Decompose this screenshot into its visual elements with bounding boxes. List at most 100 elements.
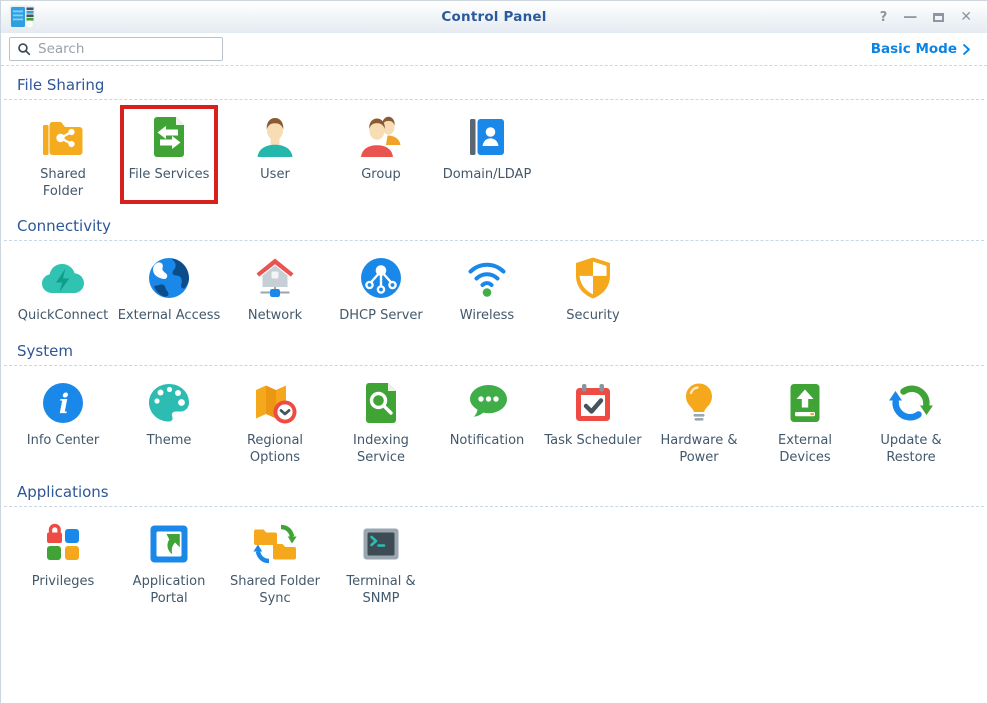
item-indexing-service[interactable]: Indexing Service <box>328 379 434 466</box>
item-label: DHCP Server <box>339 308 422 325</box>
terminal-snmp-icon <box>357 520 405 568</box>
item-user[interactable]: User <box>222 113 328 200</box>
update-restore-icon <box>887 379 935 427</box>
titlebar: Control Panel ? — ✕ <box>1 1 987 33</box>
window-controls: ? — ✕ <box>880 10 987 24</box>
item-label: Task Scheduler <box>544 433 641 450</box>
item-theme[interactable]: Theme <box>116 379 222 466</box>
item-label: External Devices <box>778 433 832 466</box>
item-file-services[interactable]: File Services <box>116 113 222 200</box>
section-title: Applications <box>17 483 987 501</box>
item-label: Regional Options <box>247 433 303 466</box>
item-terminal-snmp[interactable]: Terminal & SNMP <box>328 520 434 607</box>
item-label: Notification <box>450 433 525 450</box>
section-file-sharing: File Sharing Shared Folder File Services… <box>1 76 987 208</box>
section-items: Shared Folder File Services User Group D… <box>1 100 987 208</box>
item-domain-ldap[interactable]: Domain/LDAP <box>434 113 540 200</box>
file-services-icon <box>145 113 193 161</box>
indexing-service-icon <box>357 379 405 427</box>
item-label: Indexing Service <box>353 433 409 466</box>
basic-mode-link[interactable]: Basic Mode <box>871 41 973 57</box>
item-label: Hardware & Power <box>660 433 737 466</box>
section-applications: Applications Privileges Application Port… <box>1 483 987 615</box>
external-devices-icon <box>781 379 829 427</box>
application-portal-icon <box>145 520 193 568</box>
section-title: Connectivity <box>17 217 987 235</box>
item-dhcp-server[interactable]: DHCP Server <box>328 254 434 325</box>
section-title: System <box>17 342 987 360</box>
user-icon <box>251 113 299 161</box>
window-title: Control Panel <box>1 9 987 25</box>
item-label: Network <box>248 308 302 325</box>
network-icon <box>251 254 299 302</box>
quickconnect-icon <box>39 254 87 302</box>
section-system: System i Info Center Theme Regional Opti… <box>1 342 987 474</box>
item-regional-options[interactable]: Regional Options <box>222 379 328 466</box>
item-external-access[interactable]: External Access <box>116 254 222 325</box>
regional-options-icon <box>251 379 299 427</box>
item-label: Security <box>566 308 619 325</box>
toolbar: Basic Mode <box>1 33 987 66</box>
group-icon <box>357 113 405 161</box>
item-label: Privileges <box>32 574 95 591</box>
item-label: External Access <box>118 308 221 325</box>
item-label: Application Portal <box>133 574 206 607</box>
basic-mode-label: Basic Mode <box>871 41 957 57</box>
item-external-devices[interactable]: External Devices <box>752 379 858 466</box>
close-icon[interactable]: ✕ <box>960 10 972 24</box>
dhcp-server-icon <box>357 254 405 302</box>
external-access-icon <box>145 254 193 302</box>
item-label: Shared Folder <box>40 167 86 200</box>
item-shared-folder-sync[interactable]: Shared Folder Sync <box>222 520 328 607</box>
task-scheduler-icon <box>569 379 617 427</box>
item-label: QuickConnect <box>18 308 109 325</box>
search-box[interactable] <box>9 37 223 61</box>
search-icon <box>17 42 31 56</box>
maximize-icon[interactable] <box>933 13 944 22</box>
item-application-portal[interactable]: Application Portal <box>116 520 222 607</box>
section-connectivity: Connectivity QuickConnect External Acces… <box>1 217 987 333</box>
section-items: QuickConnect External Access Network DHC… <box>1 241 987 333</box>
item-label: Shared Folder Sync <box>230 574 320 607</box>
section-title: File Sharing <box>17 76 987 94</box>
item-privileges[interactable]: Privileges <box>10 520 116 607</box>
item-quickconnect[interactable]: QuickConnect <box>10 254 116 325</box>
theme-icon <box>145 379 193 427</box>
item-label: Theme <box>147 433 192 450</box>
item-shared-folder[interactable]: Shared Folder <box>10 113 116 200</box>
item-label: Update & Restore <box>880 433 941 466</box>
item-label: Group <box>361 167 401 184</box>
shared-folder-sync-icon <box>251 520 299 568</box>
item-network[interactable]: Network <box>222 254 328 325</box>
section-items: Privileges Application Portal Shared Fol… <box>1 507 987 615</box>
item-security[interactable]: Security <box>540 254 646 325</box>
wireless-icon <box>463 254 511 302</box>
item-label: User <box>260 167 290 184</box>
help-icon[interactable]: ? <box>880 11 888 24</box>
minimize-icon[interactable]: — <box>903 10 917 24</box>
privileges-icon <box>39 520 87 568</box>
item-hardware-power[interactable]: Hardware & Power <box>646 379 752 466</box>
control-panel-window: Control Panel ? — ✕ Basic Mode File Shar… <box>0 0 988 704</box>
hardware-power-icon <box>675 379 723 427</box>
item-group[interactable]: Group <box>328 113 434 200</box>
item-task-scheduler[interactable]: Task Scheduler <box>540 379 646 466</box>
item-notification[interactable]: Notification <box>434 379 540 466</box>
content: File Sharing Shared Folder File Services… <box>1 66 987 615</box>
item-label: Terminal & SNMP <box>346 574 415 607</box>
svg-text:i: i <box>59 389 69 420</box>
info-center-icon: i <box>39 379 87 427</box>
control-panel-app-icon <box>9 4 35 30</box>
shared-folder-icon <box>39 113 87 161</box>
item-update-restore[interactable]: Update & Restore <box>858 379 964 466</box>
search-input[interactable] <box>31 40 215 58</box>
item-label: Info Center <box>27 433 100 450</box>
item-wireless[interactable]: Wireless <box>434 254 540 325</box>
section-items: i Info Center Theme Regional Options Ind… <box>1 366 987 474</box>
item-label: Domain/LDAP <box>443 167 532 184</box>
item-info-center[interactable]: i Info Center <box>10 379 116 466</box>
item-label: Wireless <box>460 308 514 325</box>
chevron-right-icon <box>960 43 973 56</box>
item-label: File Services <box>129 167 210 184</box>
domain-ldap-icon <box>463 113 511 161</box>
